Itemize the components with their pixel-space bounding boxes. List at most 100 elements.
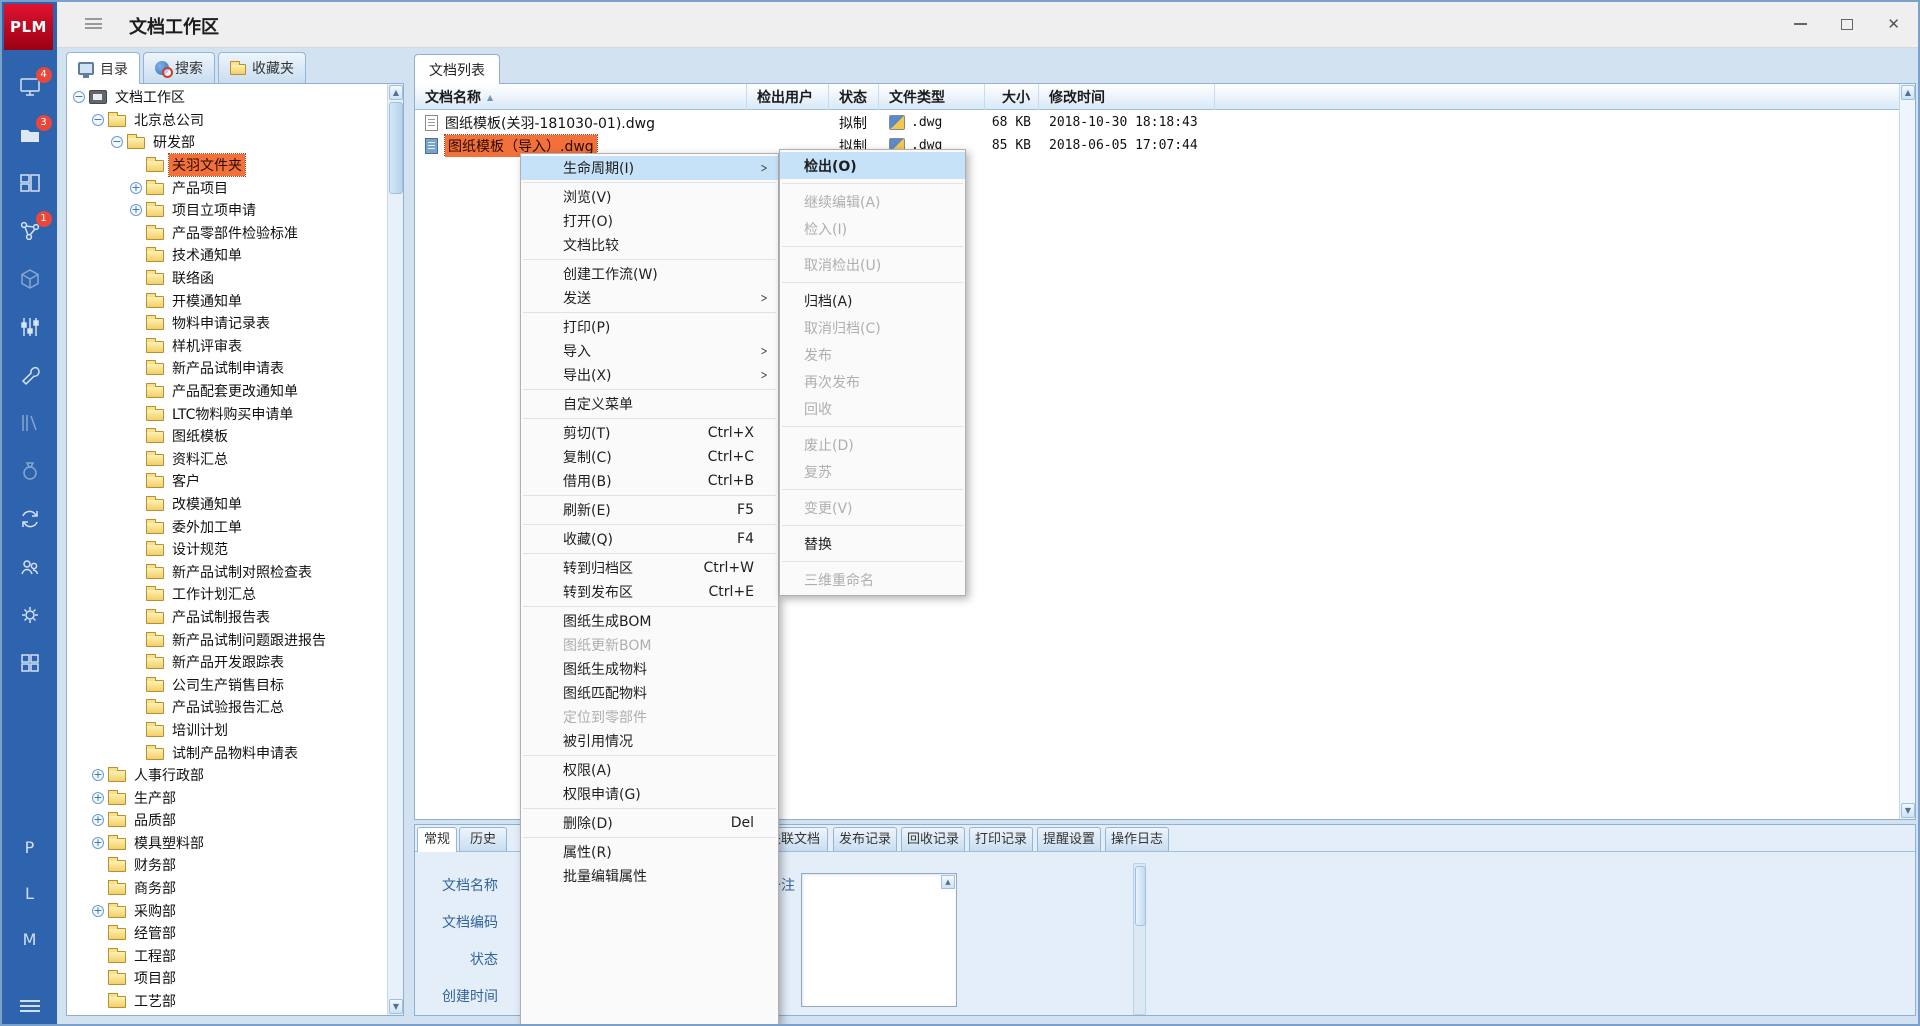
expand-icon[interactable]: +: [92, 814, 104, 826]
tree-item[interactable]: 工作计划汇总: [67, 583, 386, 606]
rail-menu-icon[interactable]: [20, 1000, 40, 1012]
tree-item[interactable]: 产品配套更改通知单: [67, 380, 386, 403]
context-menu-item[interactable]: 权限(A): [521, 758, 778, 782]
tree-scrollbar[interactable]: ▲ ▼: [387, 84, 403, 1015]
share-icon[interactable]: 1: [17, 218, 43, 244]
expand-icon[interactable]: +: [92, 769, 104, 781]
tree-item[interactable]: 图纸模板: [67, 425, 386, 448]
detail-tab[interactable]: 操作日志: [1105, 827, 1169, 851]
context-menu-item[interactable]: 批量编辑属性: [521, 864, 778, 888]
submenu-item[interactable]: 归档(A): [780, 287, 965, 314]
expand-icon[interactable]: +: [92, 837, 104, 849]
tree-item[interactable]: 经管部: [67, 922, 386, 945]
close-button[interactable]: ✕: [1887, 17, 1900, 31]
context-menu-item[interactable]: 浏览(V): [521, 185, 778, 209]
tree-item[interactable]: 产品试制报告表: [67, 606, 386, 629]
column-header[interactable]: 状态: [829, 84, 879, 110]
expand-icon[interactable]: +: [92, 792, 104, 804]
detail-scrollbar[interactable]: [1133, 863, 1146, 1015]
scroll-down-icon[interactable]: ▼: [1901, 803, 1915, 818]
context-menu-item[interactable]: 导入>: [521, 339, 778, 363]
context-menu-item[interactable]: 转到归档区Ctrl+W: [521, 556, 778, 580]
tree-item[interactable]: 资料汇总: [67, 448, 386, 471]
dashboard-icon[interactable]: [17, 170, 43, 196]
context-menu-item[interactable]: 导出(X)>: [521, 363, 778, 387]
list-scrollbar[interactable]: ▲ ▼: [1899, 84, 1915, 819]
tree-item[interactable]: +项目立项申请: [67, 199, 386, 222]
context-menu-item[interactable]: 文档比较: [521, 233, 778, 257]
scroll-up-icon[interactable]: ▲: [389, 85, 403, 100]
collapse-icon[interactable]: −: [111, 136, 123, 148]
context-menu-item[interactable]: 被引用情况: [521, 729, 778, 753]
scroll-thumb[interactable]: [389, 102, 403, 194]
tree-item[interactable]: 新产品试制申请表: [67, 357, 386, 380]
collapse-icon[interactable]: −: [92, 114, 104, 126]
context-menu-item[interactable]: 删除(D)Del: [521, 811, 778, 835]
context-menu-item[interactable]: 创建工作流(W): [521, 262, 778, 286]
context-menu-item[interactable]: 转到发布区Ctrl+E: [521, 580, 778, 604]
tree-item[interactable]: 公司生产销售目标: [67, 673, 386, 696]
maximize-button[interactable]: [1841, 19, 1853, 30]
tab-catalog[interactable]: 目录: [66, 52, 140, 84]
tree-item[interactable]: 联络函: [67, 267, 386, 290]
tree-item[interactable]: 关羽文件夹: [67, 154, 386, 177]
tree-item[interactable]: 开模通知单: [67, 289, 386, 312]
detail-tab[interactable]: 回收记录: [901, 827, 965, 851]
library-icon[interactable]: [17, 410, 43, 436]
context-menu-item[interactable]: 图纸生成物料: [521, 657, 778, 681]
tree-item[interactable]: 客户: [67, 470, 386, 493]
context-menu-item[interactable]: 复制(C)Ctrl+C: [521, 445, 778, 469]
collapse-icon[interactable]: −: [73, 91, 85, 103]
tree-item[interactable]: +生产部: [67, 786, 386, 809]
context-menu-item[interactable]: 收藏(Q)F4: [521, 527, 778, 551]
tree-item[interactable]: −研发部: [67, 131, 386, 154]
note-textarea[interactable]: ▲: [801, 873, 957, 1007]
context-menu-item[interactable]: 打印(P): [521, 315, 778, 339]
minimize-button[interactable]: [1794, 23, 1807, 25]
context-menu-item[interactable]: 生命周期(I)>: [521, 156, 778, 180]
context-menu-item[interactable]: 图纸匹配物料: [521, 681, 778, 705]
column-header[interactable]: 检出用户: [747, 84, 829, 110]
tree-item[interactable]: 工艺部: [67, 990, 386, 1013]
tree-item[interactable]: 新产品试制问题跟进报告: [67, 628, 386, 651]
context-menu-item[interactable]: 刷新(E)F5: [521, 498, 778, 522]
detail-tab[interactable]: 提醒设置: [1037, 827, 1101, 851]
context-menu-item[interactable]: 发送>: [521, 286, 778, 310]
expand-icon[interactable]: +: [92, 905, 104, 917]
cube-icon[interactable]: [17, 266, 43, 292]
tree-item[interactable]: 新产品试制对照检查表: [67, 560, 386, 583]
context-menu-item[interactable]: 图纸生成BOM: [521, 609, 778, 633]
tree-item[interactable]: 设计规范: [67, 538, 386, 561]
tree-item[interactable]: 财务部: [67, 854, 386, 877]
detail-tab[interactable]: 打印记录: [969, 827, 1033, 851]
tab-search[interactable]: 搜索: [143, 52, 215, 83]
context-menu-item[interactable]: 自定义菜单: [521, 392, 778, 416]
tree-item[interactable]: 改模通知单: [67, 493, 386, 516]
tree-item[interactable]: 样机评审表: [67, 335, 386, 358]
users-icon[interactable]: [17, 554, 43, 580]
tree-item[interactable]: 新产品开发跟踪表: [67, 651, 386, 674]
expand-icon[interactable]: +: [130, 182, 142, 194]
context-menu-item[interactable]: 借用(B)Ctrl+B: [521, 469, 778, 493]
sync-icon[interactable]: [17, 506, 43, 532]
column-header[interactable]: 文档名称▲: [415, 84, 747, 110]
detail-tab[interactable]: 常规: [417, 827, 457, 852]
tree-item[interactable]: 产品试验报告汇总: [67, 696, 386, 719]
context-menu-item[interactable]: 剪切(T)Ctrl+X: [521, 421, 778, 445]
tab-favorites[interactable]: 收藏夹: [218, 52, 306, 83]
documents-icon[interactable]: 3: [17, 122, 43, 148]
expand-icon[interactable]: +: [130, 204, 142, 216]
tree-item[interactable]: +产品项目: [67, 176, 386, 199]
desktop-icon[interactable]: 4: [17, 74, 43, 100]
tree-item[interactable]: +品质部: [67, 809, 386, 832]
tree-item[interactable]: LTC物料购买申请单: [67, 402, 386, 425]
tree-item[interactable]: 商务部: [67, 877, 386, 900]
sliders-icon[interactable]: [17, 314, 43, 340]
detail-tab[interactable]: 历史: [459, 827, 507, 851]
detail-tab[interactable]: 发布记录: [833, 827, 897, 851]
column-header[interactable]: 修改时间: [1039, 84, 1215, 110]
table-row[interactable]: 图纸模板(关羽-181030-01).dwg拟制.dwg68 KB2018-10…: [415, 111, 1899, 134]
column-header[interactable]: 文件类型: [879, 84, 985, 110]
tree-item[interactable]: −文档工作区: [67, 86, 386, 109]
tree-item[interactable]: 产品零部件检验标准: [67, 222, 386, 245]
